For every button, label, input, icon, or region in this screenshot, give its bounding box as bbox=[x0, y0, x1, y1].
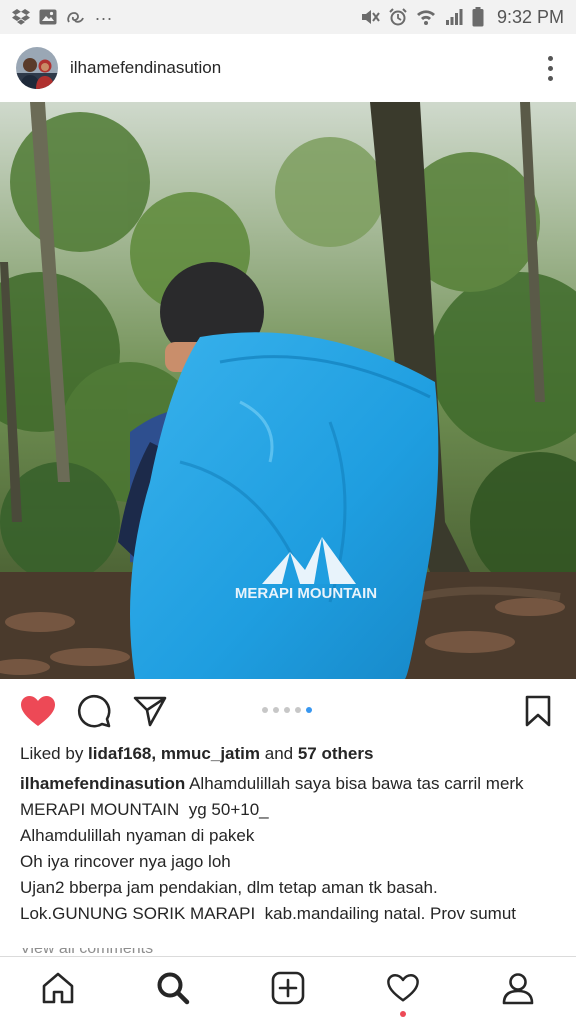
status-overflow: ... bbox=[95, 3, 114, 24]
nav-new-post[interactable] bbox=[258, 961, 318, 1021]
nav-activity[interactable] bbox=[373, 961, 433, 1021]
profile-icon bbox=[501, 971, 535, 1010]
battery-icon bbox=[472, 7, 484, 27]
post-header: ilhamefendinasution bbox=[0, 34, 576, 102]
status-time: 9:32 PM bbox=[496, 6, 564, 27]
status-bar: ... 9:32 PM bbox=[0, 0, 576, 34]
view-comments-link[interactable]: View all comments bbox=[20, 948, 220, 956]
carousel-dot bbox=[273, 707, 279, 713]
liker-username[interactable]: lidaf168 bbox=[88, 744, 151, 763]
avatar[interactable] bbox=[16, 47, 58, 89]
more-options-button[interactable] bbox=[540, 53, 560, 83]
alarm-icon bbox=[389, 8, 407, 26]
more-dot bbox=[547, 65, 553, 71]
more-dot bbox=[547, 55, 553, 61]
caption-username[interactable]: ilhamefendinasution bbox=[20, 774, 185, 793]
photo-logo-text: MERAPI MOUNTAIN bbox=[235, 585, 377, 602]
likes-others-count[interactable]: 57 others bbox=[298, 744, 374, 763]
carousel-indicator bbox=[262, 707, 312, 713]
nav-home[interactable] bbox=[28, 961, 88, 1021]
liker-username[interactable]: mmuc_jatim bbox=[161, 744, 260, 763]
likes-separator: , bbox=[151, 744, 161, 763]
more-dot bbox=[547, 75, 553, 81]
caption-first-line: ilhamefendinasution Alhamdulillah saya b… bbox=[20, 771, 560, 823]
signal-icon bbox=[445, 8, 463, 26]
post-username[interactable]: ilhamefendinasution bbox=[70, 58, 221, 78]
nav-profile[interactable] bbox=[488, 961, 548, 1021]
nav-search[interactable] bbox=[143, 961, 203, 1021]
like-heart-icon[interactable] bbox=[18, 691, 58, 731]
gallery-icon bbox=[39, 9, 57, 25]
carousel-dot bbox=[295, 707, 301, 713]
post-photo[interactable]: MERAPI MOUNTAIN bbox=[0, 102, 576, 679]
search-icon bbox=[156, 971, 190, 1010]
carousel-dot bbox=[262, 707, 268, 713]
bottom-nav bbox=[0, 956, 576, 1024]
carousel-dot-active bbox=[306, 707, 312, 713]
caption-line: Oh iya rincover nya jago loh bbox=[20, 852, 231, 871]
share-icon[interactable] bbox=[130, 691, 170, 731]
view-comments-text: View all comments bbox=[20, 948, 220, 956]
comment-icon[interactable] bbox=[74, 691, 114, 731]
wifi-icon bbox=[416, 8, 436, 26]
mute-icon bbox=[360, 8, 380, 26]
activity-heart-icon bbox=[386, 972, 420, 1009]
post-caption: ilhamefendinasution Alhamdulillah saya b… bbox=[20, 771, 560, 927]
app-icon bbox=[66, 9, 86, 25]
dropbox-icon bbox=[12, 9, 30, 25]
caption-line: Alhamdulillah nyaman di pakek bbox=[20, 826, 255, 845]
likes-summary[interactable]: Liked by lidaf168, mmuc_jatim and 57 oth… bbox=[20, 744, 373, 764]
post-actions bbox=[0, 679, 576, 743]
carousel-dot bbox=[284, 707, 290, 713]
add-post-icon bbox=[271, 971, 305, 1010]
bookmark-icon[interactable] bbox=[518, 691, 558, 731]
caption-line: Ujan2 bberpa jam pendakian, dlm tetap am… bbox=[20, 878, 438, 897]
likes-prefix: Liked by bbox=[20, 744, 89, 763]
likes-and: and bbox=[260, 744, 298, 763]
notification-dot bbox=[400, 1010, 407, 1017]
caption-line: Lok.GUNUNG SORIK MARAPI kab.mandailing n… bbox=[20, 904, 517, 923]
home-icon bbox=[41, 971, 75, 1010]
